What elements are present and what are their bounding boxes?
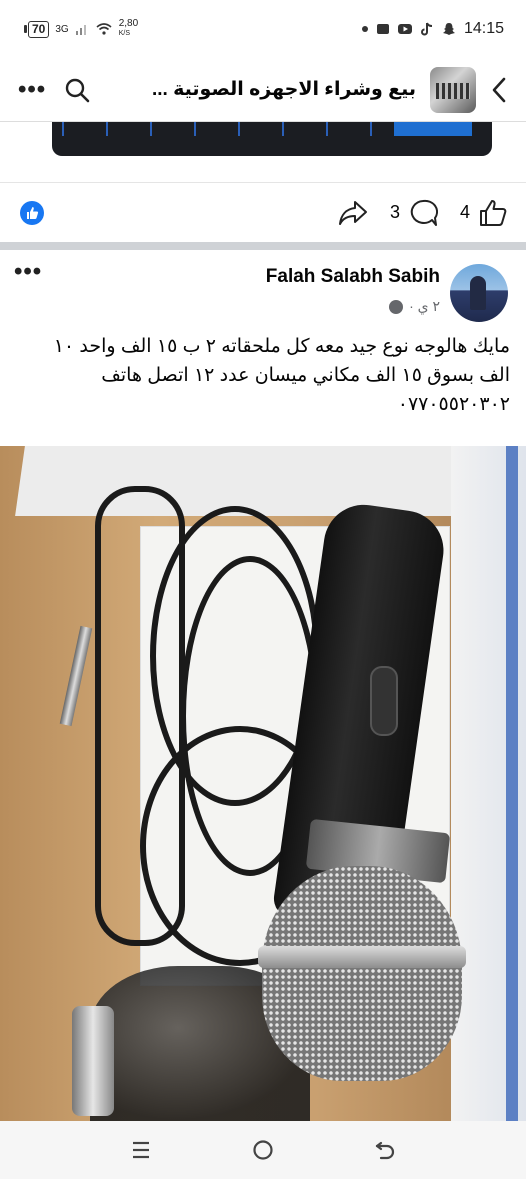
home-icon <box>253 1140 273 1160</box>
reaction-bar: 3 4 <box>0 182 526 242</box>
like-button[interactable]: 4 <box>460 198 508 228</box>
youtube-icon <box>397 24 412 34</box>
search-icon[interactable] <box>64 77 90 103</box>
recent-apps-button[interactable] <box>121 1130 161 1170</box>
back-button[interactable] <box>365 1130 405 1170</box>
header-right: بيع وشراء الاجهزه الصوتية ... <box>152 66 508 113</box>
cable-coil <box>95 486 185 946</box>
comment-icon <box>410 199 438 226</box>
likes-count: 4 <box>459 202 470 222</box>
post-text-line: ٠٧٧٠٥٥٢٠٣٠٢ <box>397 394 510 415</box>
system-nav-bar <box>0 1121 526 1179</box>
thumbs-up-icon <box>480 199 507 226</box>
comments-count: 3 <box>389 202 400 222</box>
back-icon <box>375 1141 395 1160</box>
author-avatar[interactable] <box>450 264 508 322</box>
status-bar: 70 3G 2,80 K/S 14:15 <box>0 0 526 58</box>
group-thumbnail[interactable] <box>430 66 476 113</box>
notification-dot-icon <box>361 26 368 32</box>
snapchat-icon <box>442 23 455 35</box>
recent-apps-icon <box>133 1141 149 1159</box>
post-meta: ٢ ي · <box>389 298 440 315</box>
signal-icon <box>75 25 86 35</box>
microphone-grille <box>262 866 462 1081</box>
wifi-icon <box>96 23 112 35</box>
battery-level: 70 <box>28 20 50 38</box>
previous-device-photo <box>52 122 492 156</box>
more-options-icon[interactable]: ••• <box>18 77 46 101</box>
author-name[interactable]: Falah Salabh Sabih <box>266 266 440 288</box>
status-right: 14:15 <box>361 20 504 38</box>
net-speed-value: 2,80 <box>118 18 139 29</box>
post-photo-microphone[interactable] <box>0 446 526 1121</box>
net-speed: 2,80 K/S <box>119 19 138 39</box>
microphone-switch <box>370 666 398 736</box>
post-text-line: الف بسوق ١٥ الف مكاني ميسان عدد ١٢ اتصل … <box>101 365 510 386</box>
post-time[interactable]: ٢ ي · <box>409 298 440 315</box>
net-speed-unit: K/S <box>118 30 130 37</box>
post-divider <box>0 242 526 250</box>
previous-post-image[interactable] <box>0 122 526 182</box>
clock: 14:15 <box>463 20 504 37</box>
home-button[interactable] <box>243 1130 283 1170</box>
post-actions: 3 4 <box>338 198 508 228</box>
post-more-options-icon[interactable]: ••• <box>14 260 42 284</box>
status-left: 70 3G 2,80 K/S <box>24 19 138 39</box>
network-type: 3G <box>55 23 69 35</box>
box-blue-edge <box>506 446 518 1121</box>
back-chevron-icon[interactable] <box>490 76 508 104</box>
microphone-ring <box>258 946 466 968</box>
post-header: ••• Falah Salabh Sabih ٢ ي · <box>0 250 526 330</box>
tiktok-icon <box>420 22 432 36</box>
comment-button[interactable]: 3 <box>390 198 438 228</box>
globe-icon <box>389 299 404 314</box>
like-reaction-icon[interactable] <box>20 200 44 225</box>
group-header: ••• بيع وشراء الاجهزه الصوتية ... <box>0 58 526 122</box>
share-icon[interactable] <box>338 200 368 226</box>
group-title[interactable]: بيع وشراء الاجهزه الصوتية ... <box>152 78 416 101</box>
post-text: مايك هالوجه نوع جيد معه كل ملحقاته ٢ ب ١… <box>20 332 510 419</box>
xlr-connector <box>72 1006 114 1116</box>
post-text-line: مايك هالوجه نوع جيد معه كل ملحقاته ٢ ب ١… <box>53 336 510 357</box>
battery-icon: 70 <box>24 20 50 38</box>
header-left: ••• <box>18 77 90 103</box>
app-notification-icon <box>376 24 389 34</box>
